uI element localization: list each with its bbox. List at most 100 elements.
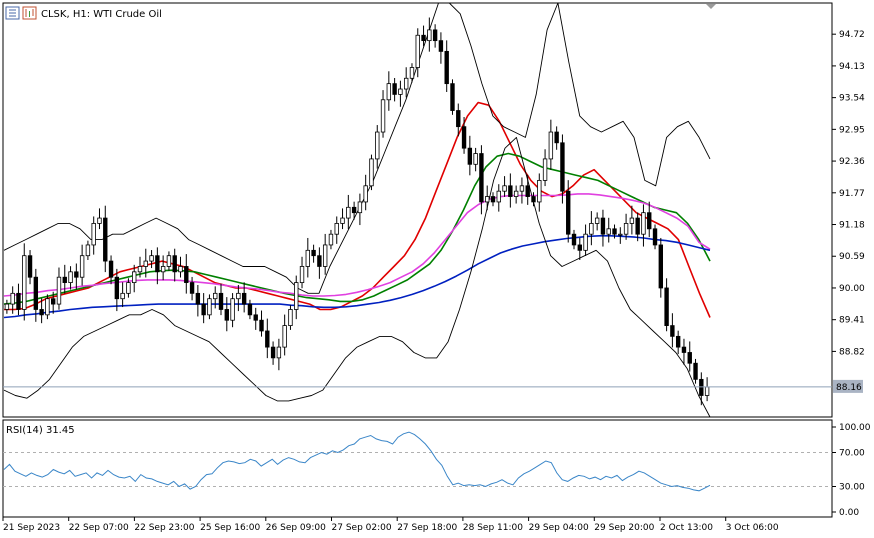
trading-chart[interactable]: CLSK, H1: WTI Crude Oil 94.72 94.13 93.54 9… <box>0 0 874 538</box>
candle-body <box>247 303 253 316</box>
candle-body <box>68 271 73 283</box>
candle-body <box>195 292 201 305</box>
candle-body <box>91 223 96 246</box>
time-tick-label: 21 Sep 2023 <box>3 523 60 533</box>
candle-body <box>259 319 264 332</box>
candle-body <box>126 282 131 294</box>
candle-body <box>583 233 588 251</box>
candle-body <box>508 185 513 197</box>
candle-body <box>33 276 39 310</box>
time-tick-label: 2 Oct 13:00 <box>660 523 713 533</box>
candle-body <box>265 330 270 348</box>
candle-body <box>450 83 455 111</box>
candle-body <box>62 276 67 283</box>
candle-body <box>346 206 351 219</box>
candle-body <box>79 255 85 278</box>
rsi-tick-label: 100.00 <box>839 423 871 433</box>
candle-body <box>444 50 449 85</box>
candle-body <box>571 233 577 246</box>
candle-body <box>473 153 478 165</box>
time-tick-label: 22 Sep 07:00 <box>69 523 129 533</box>
time-tick-label: 25 Sep 16:00 <box>200 523 260 533</box>
chart-header: CLSK, H1: WTI Crude Oil <box>5 6 162 20</box>
price-tick-label: 94.13 <box>839 62 865 72</box>
candle-body <box>421 34 426 42</box>
candle-body <box>97 217 102 224</box>
candle-body <box>542 158 548 181</box>
candle-body <box>513 190 519 197</box>
time-tick-label: 29 Sep 04:00 <box>529 523 589 533</box>
time-tick-label: 27 Sep 18:00 <box>397 523 457 533</box>
candle-body <box>392 83 397 95</box>
candle-body <box>403 77 409 90</box>
candle-body <box>184 266 189 283</box>
chart-type-icon[interactable] <box>22 6 37 20</box>
candle-body <box>647 212 652 230</box>
candle-body <box>282 325 287 348</box>
candle-body <box>276 346 282 359</box>
chart-title: CLSK, H1: WTI Crude Oil <box>41 9 162 20</box>
candle-body <box>253 314 258 321</box>
candle-body <box>74 271 79 278</box>
candle-body <box>432 29 438 42</box>
candle-body <box>438 40 444 52</box>
candle-body <box>207 298 212 316</box>
candle-body <box>623 223 629 235</box>
candle-body <box>409 67 415 79</box>
candle-body <box>201 303 206 316</box>
candle-body <box>317 255 322 267</box>
candle-body <box>456 110 461 128</box>
candle-body <box>340 217 345 224</box>
candle-body <box>270 346 276 359</box>
price-tick-label: 88.82 <box>839 347 865 357</box>
rsi-pane[interactable] <box>2 419 833 518</box>
candle-body <box>230 298 235 321</box>
candle-body <box>704 386 710 396</box>
candle-body <box>525 185 530 197</box>
candle-body <box>635 217 640 235</box>
candle-body <box>589 223 594 235</box>
time-tick-label: 28 Sep 11:00 <box>463 523 523 533</box>
candle-body <box>357 201 363 214</box>
rsi-tick-label: 0.00 <box>839 508 859 518</box>
candle-body <box>467 147 473 165</box>
candle-body <box>241 292 247 305</box>
candle-body <box>594 217 600 224</box>
candle-body <box>629 217 635 224</box>
candle-body <box>386 83 392 101</box>
candle-body <box>160 266 166 273</box>
time-tick-label: 29 Sep 20:00 <box>594 523 654 533</box>
candle-body <box>415 34 420 68</box>
time-tick-label: 26 Sep 09:00 <box>266 523 326 533</box>
time-tick-label: 3 Oct 06:00 <box>726 523 779 533</box>
candle-body <box>22 255 27 310</box>
price-tick-label: 89.41 <box>839 316 865 326</box>
rsi-tick-label: 70.00 <box>839 449 865 459</box>
candle-body <box>85 244 91 257</box>
current-price-label: 88.16 <box>836 383 862 393</box>
candle-body <box>606 228 611 235</box>
candle-body <box>132 271 137 283</box>
candle-body <box>56 276 62 305</box>
candle-body <box>189 282 195 294</box>
candle-body <box>4 303 10 310</box>
candle-body <box>218 292 224 310</box>
candle-body <box>548 131 554 160</box>
candle-body <box>681 346 687 353</box>
candle-body <box>485 196 490 203</box>
candle-body <box>143 260 148 267</box>
candle-body <box>577 244 582 251</box>
candle-body <box>10 292 15 305</box>
candle-body <box>299 266 305 283</box>
candle-body <box>670 325 675 337</box>
candle-body <box>137 266 143 273</box>
candle-body <box>50 298 56 305</box>
candle-body <box>641 212 646 235</box>
candle-body <box>479 153 484 203</box>
candle-body <box>311 249 316 257</box>
rsi-title: RSI(14) 31.45 <box>6 425 75 436</box>
candle-body <box>351 206 357 214</box>
candle-body <box>166 255 172 267</box>
candles-icon[interactable] <box>5 6 20 20</box>
candle-body <box>178 266 183 273</box>
